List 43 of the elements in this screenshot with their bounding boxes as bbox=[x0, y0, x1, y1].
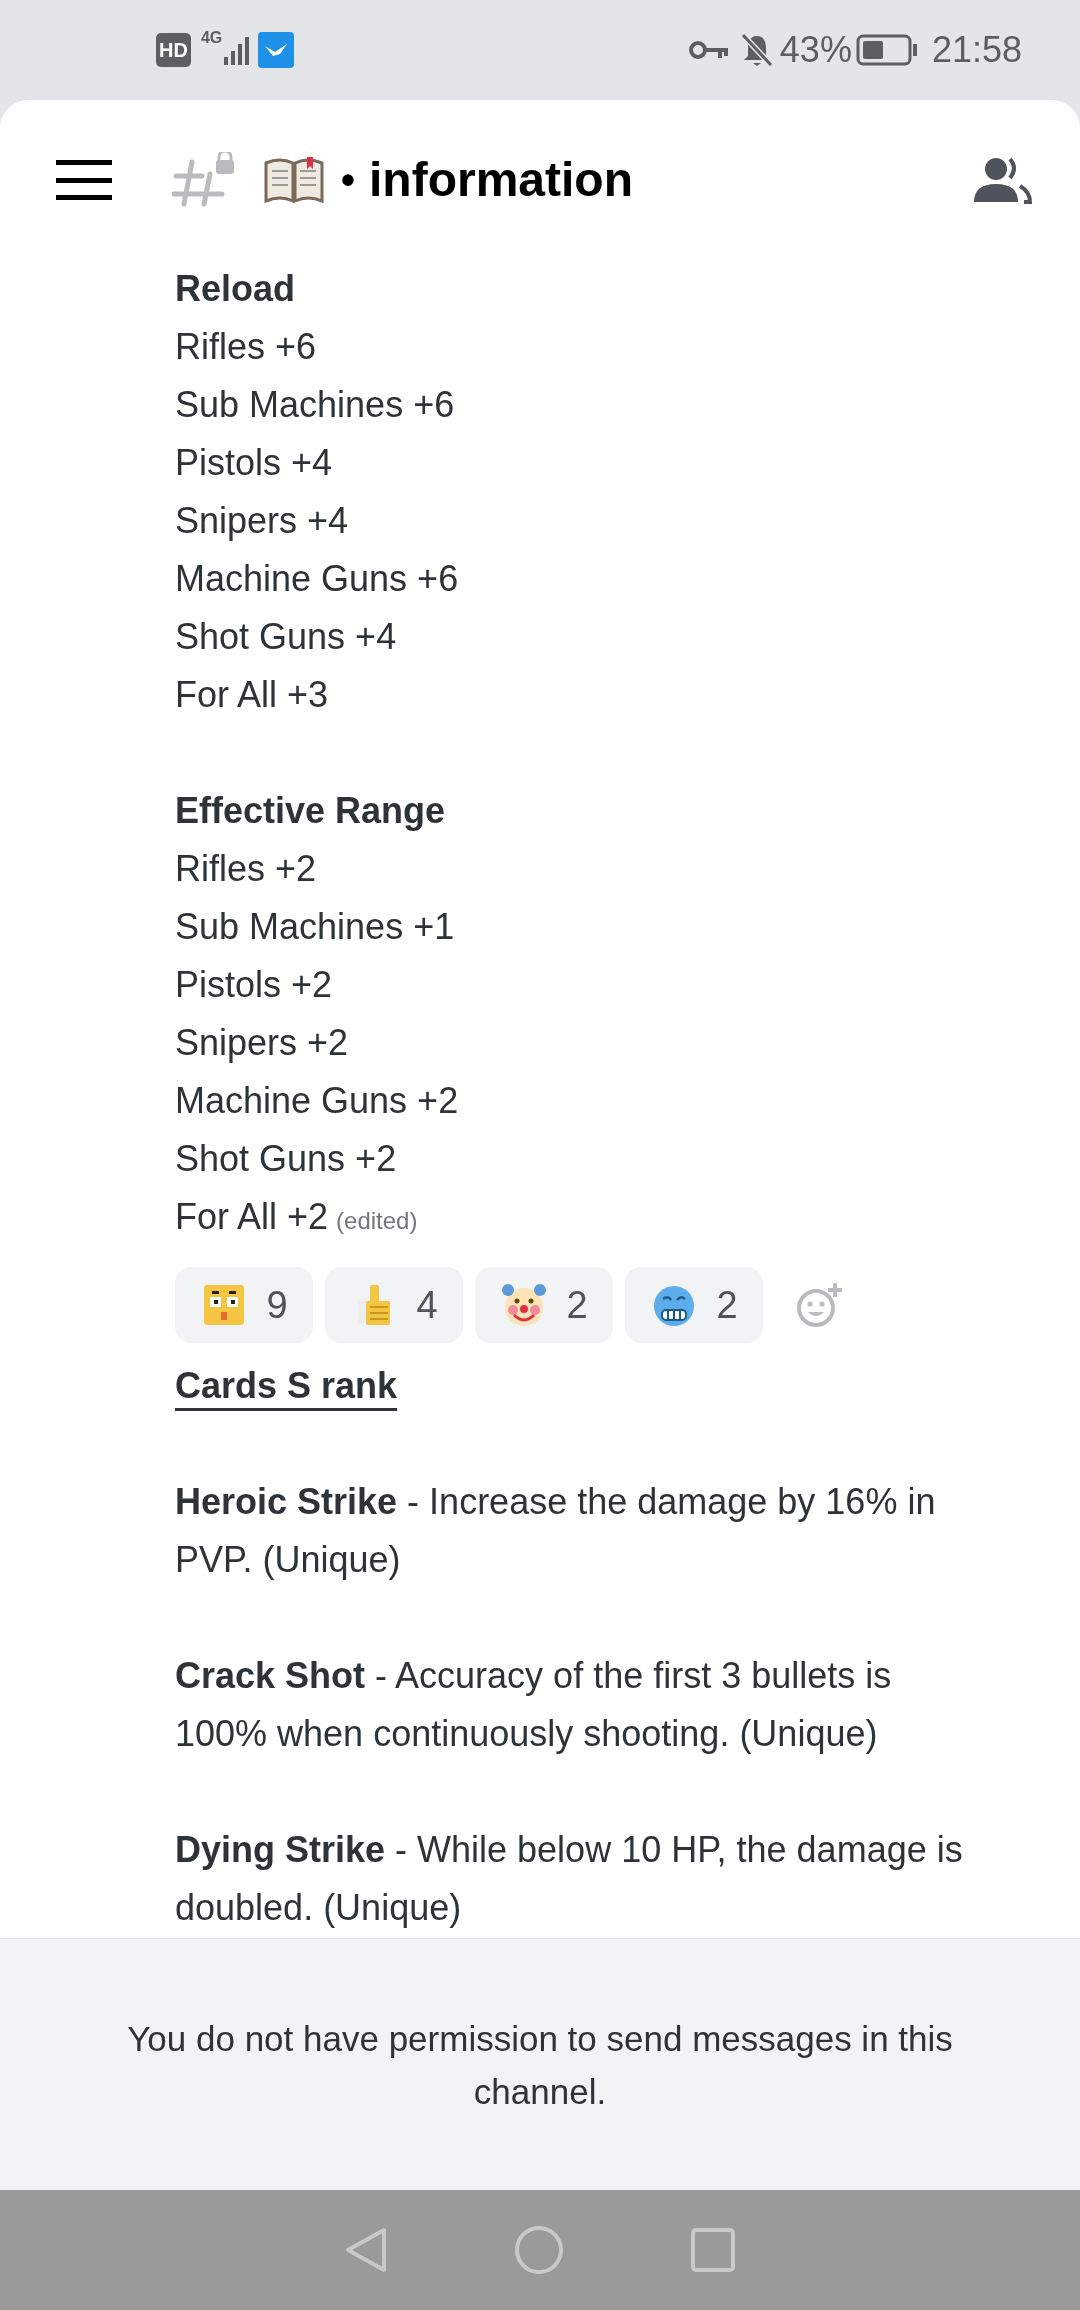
separator-dot: • bbox=[341, 157, 355, 204]
stat-line: Shot Guns +4 bbox=[175, 615, 398, 659]
stat-line: For All +3 bbox=[175, 673, 330, 717]
reaction-button[interactable]: 4 bbox=[325, 1267, 463, 1343]
recents-button[interactable] bbox=[690, 2227, 736, 2273]
back-button[interactable] bbox=[344, 2226, 388, 2274]
stat-line: Machine Guns +2 bbox=[175, 1079, 460, 1123]
key-icon bbox=[687, 39, 730, 61]
book-icon bbox=[263, 155, 325, 205]
edited-label: (edited) bbox=[336, 1206, 418, 1236]
card-description: Crack Shot - Accuracy of the first 3 bullets is 100% when continuously shooting. (Unique) bbox=[175, 1654, 893, 1756]
muted-bell-icon bbox=[739, 32, 774, 68]
stat-line: For All +2 bbox=[175, 1195, 329, 1239]
channel-name: information bbox=[369, 152, 633, 208]
stat-line: Sub Machines +1 bbox=[175, 905, 456, 949]
permission-notice: You do not have permission to send messages in this channel. bbox=[126, 2017, 954, 2113]
stat-line: Rifles +2 bbox=[175, 847, 318, 891]
section-heading: Reload bbox=[175, 267, 297, 311]
network-type: 4G bbox=[200, 30, 223, 46]
stat-line: Shot Guns +2 bbox=[175, 1137, 398, 1181]
card-description: Dying Strike - While below 10 HP, the damage is doubled. (Unique) bbox=[175, 1828, 964, 1930]
add-reaction-button[interactable] bbox=[795, 1281, 843, 1329]
menu-button[interactable] bbox=[56, 160, 112, 200]
section-heading: Effective Range bbox=[175, 789, 447, 833]
reaction-button[interactable]: 9 bbox=[175, 1267, 313, 1343]
reaction-button[interactable]: 2 bbox=[475, 1267, 613, 1343]
stat-line: Rifles +6 bbox=[175, 325, 318, 369]
signal-icon bbox=[224, 35, 251, 65]
battery-percent: 43% bbox=[779, 28, 852, 72]
stat-line: Pistols +2 bbox=[175, 963, 334, 1007]
reaction-button[interactable]: 2 bbox=[625, 1267, 763, 1343]
bird-app-icon bbox=[258, 32, 295, 68]
home-button[interactable] bbox=[514, 2225, 564, 2275]
stat-line: Snipers +2 bbox=[175, 1021, 350, 1065]
stat-line: Pistols +4 bbox=[175, 441, 334, 485]
stat-line: Snipers +4 bbox=[175, 499, 350, 543]
stat-line: Sub Machines +6 bbox=[175, 383, 456, 427]
stat-line: Machine Guns +6 bbox=[175, 557, 460, 601]
hd-badge: HD bbox=[156, 33, 191, 67]
battery-icon bbox=[855, 34, 918, 66]
clown-face-icon bbox=[500, 1281, 549, 1329]
clock-time: 21:58 bbox=[931, 28, 1022, 72]
card-description: Heroic Strike - Increase the damage by 16% in PVP. (Unique) bbox=[175, 1480, 937, 1582]
